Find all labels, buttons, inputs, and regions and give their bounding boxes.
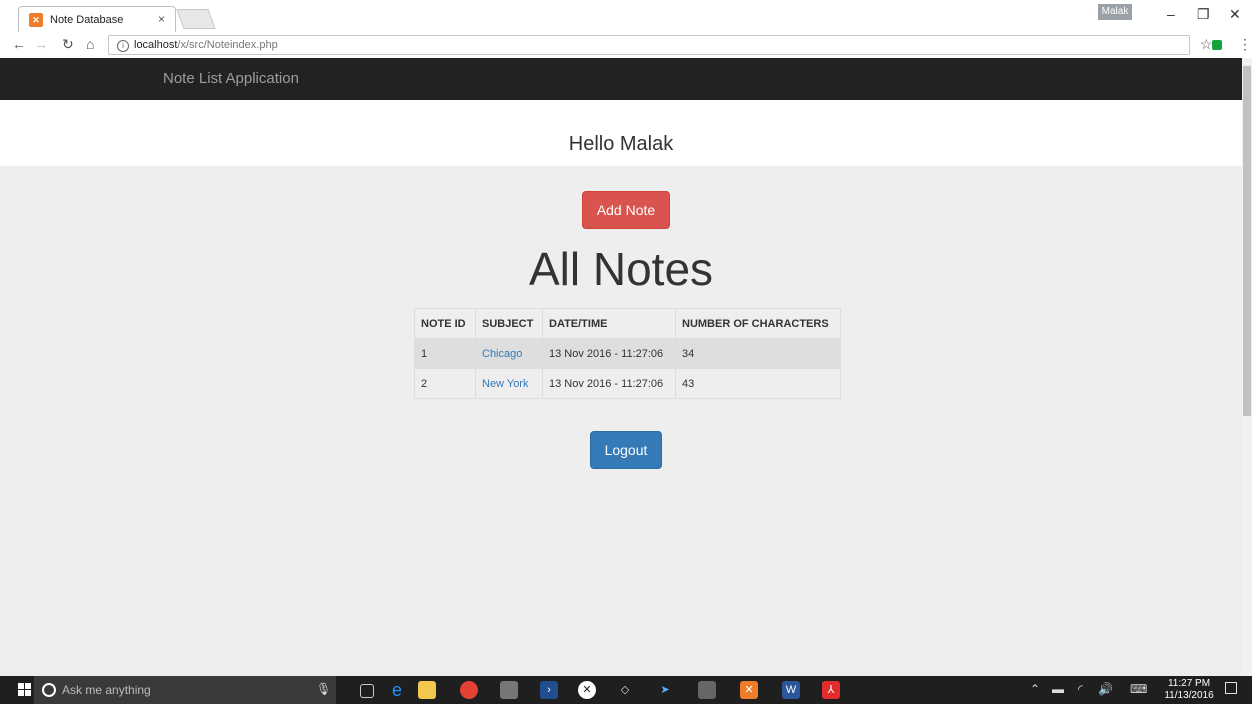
clock-time: 11:27 PM bbox=[1167, 678, 1211, 689]
windows-start-icon[interactable] bbox=[18, 683, 32, 697]
scrollbar-thumb[interactable] bbox=[1243, 66, 1251, 416]
url-path: /x/src/Noteindex.php bbox=[177, 39, 278, 51]
datetime-cell: 13 Nov 2016 - 11:27:06 bbox=[542, 338, 676, 369]
characters-cell: 43 bbox=[675, 368, 841, 399]
browser-tab[interactable]: ✕ Note Database × bbox=[18, 6, 176, 32]
table-row: 2 New York 13 Nov 2016 - 11:27:06 43 bbox=[414, 368, 841, 399]
clock-date: 11/13/2016 bbox=[1164, 690, 1214, 701]
tab-title: Note Database bbox=[50, 13, 124, 26]
close-window-icon[interactable]: ✕ bbox=[1229, 6, 1241, 23]
xampp-icon[interactable]: ✕ bbox=[740, 681, 758, 699]
characters-cell: 34 bbox=[675, 338, 841, 369]
add-note-button[interactable]: Add Note bbox=[582, 191, 670, 229]
acrobat-icon[interactable]: ⅄ bbox=[822, 681, 840, 699]
vertical-scrollbar[interactable] bbox=[1242, 58, 1252, 676]
notification-icon[interactable] bbox=[1225, 682, 1237, 694]
column-header-datetime: DATE/TIME bbox=[542, 308, 676, 339]
notes-table: NOTE ID SUBJECT DATE/TIME NUMBER OF CHAR… bbox=[414, 308, 841, 399]
search-placeholder: Ask me anything bbox=[62, 683, 151, 697]
profile-button[interactable]: Malak bbox=[1098, 4, 1132, 20]
toolbar: ← → ↻ ⌂ i localhost/x/src/Noteindex.php ☆… bbox=[0, 32, 1252, 59]
taskbar-search-input[interactable]: Ask me anything bbox=[34, 676, 336, 704]
subject-cell: New York bbox=[475, 368, 543, 399]
chevron-up-icon[interactable]: ⌃ bbox=[1030, 682, 1040, 696]
tab-strip: ✕ Note Database × Malak – ❐ ✕ bbox=[0, 0, 1252, 32]
3d-builder-icon[interactable]: ◇ bbox=[616, 681, 634, 699]
volume-icon[interactable]: 🔊 bbox=[1098, 682, 1113, 696]
greeting-text: Hello Malak bbox=[568, 133, 674, 155]
note-id-cell: 2 bbox=[414, 368, 476, 399]
reload-icon[interactable]: ↻ bbox=[62, 36, 74, 53]
home-icon[interactable]: ⌂ bbox=[86, 36, 94, 52]
database-icon[interactable] bbox=[698, 681, 716, 699]
file-explorer-icon[interactable] bbox=[418, 681, 436, 699]
forward-icon[interactable]: → bbox=[34, 36, 48, 52]
microphone-icon[interactable]: 🎙 bbox=[316, 682, 331, 696]
table-row: 1 Chicago 13 Nov 2016 - 11:27:06 34 bbox=[414, 338, 841, 369]
wifi-icon[interactable]: ◜ bbox=[1078, 682, 1083, 696]
subject-link[interactable]: Chicago bbox=[482, 348, 522, 360]
datetime-cell: 13 Nov 2016 - 11:27:06 bbox=[542, 368, 676, 399]
new-tab-button[interactable] bbox=[176, 9, 216, 29]
task-view-icon[interactable] bbox=[360, 684, 374, 698]
brand-link[interactable]: Note List Application bbox=[163, 70, 299, 87]
url-host: localhost bbox=[134, 39, 178, 51]
word-icon[interactable]: W bbox=[782, 681, 800, 699]
taskbar-clock[interactable]: 11:27 PM 11/13/2016 bbox=[1160, 678, 1218, 702]
menu-icon[interactable]: ⋮ bbox=[1238, 36, 1252, 53]
xbox-icon[interactable]: ✕ bbox=[578, 681, 596, 699]
extension-icon[interactable] bbox=[1212, 40, 1222, 50]
powershell-icon[interactable]: › bbox=[540, 681, 558, 699]
taskbar: Ask me anything 🎙 e › ✕ ◇ ➤ ✕ W ⅄ ⌃ ▬ ◜ … bbox=[0, 676, 1252, 704]
table-header-row: NOTE ID SUBJECT DATE/TIME NUMBER OF CHAR… bbox=[414, 308, 841, 339]
back-icon[interactable]: ← bbox=[12, 36, 26, 52]
chrome-icon[interactable] bbox=[460, 681, 478, 699]
info-icon[interactable]: i bbox=[117, 40, 129, 52]
greeting-band: Hello Malak bbox=[0, 100, 1242, 166]
app-icon[interactable]: ➤ bbox=[656, 681, 674, 699]
keyboard-icon[interactable]: ⌨ bbox=[1130, 682, 1147, 696]
tab-close-icon[interactable]: × bbox=[158, 12, 165, 26]
column-header-subject: SUBJECT bbox=[475, 308, 543, 339]
star-icon[interactable]: ☆ bbox=[1200, 36, 1213, 53]
subject-link[interactable]: New York bbox=[482, 378, 528, 390]
edge-icon[interactable]: e bbox=[388, 681, 406, 699]
navbar: Note List Application bbox=[0, 58, 1242, 100]
battery-icon[interactable]: ▬ bbox=[1052, 682, 1064, 696]
page-title: All Notes bbox=[528, 243, 714, 295]
address-bar[interactable]: i localhost/x/src/Noteindex.php bbox=[108, 35, 1190, 55]
column-header-characters: NUMBER OF CHARACTERS bbox=[675, 308, 841, 339]
page-content: Note List Application Hello Malak Add No… bbox=[0, 58, 1242, 676]
logout-button[interactable]: Logout bbox=[590, 431, 662, 469]
xampp-favicon-icon: ✕ bbox=[29, 12, 43, 27]
app-icon[interactable] bbox=[500, 681, 518, 699]
restore-icon[interactable]: ❐ bbox=[1197, 6, 1210, 23]
column-header-note-id: NOTE ID bbox=[414, 308, 476, 339]
minimize-icon[interactable]: – bbox=[1167, 6, 1175, 22]
subject-cell: Chicago bbox=[475, 338, 543, 369]
note-id-cell: 1 bbox=[414, 338, 476, 369]
cortana-icon bbox=[42, 683, 56, 697]
